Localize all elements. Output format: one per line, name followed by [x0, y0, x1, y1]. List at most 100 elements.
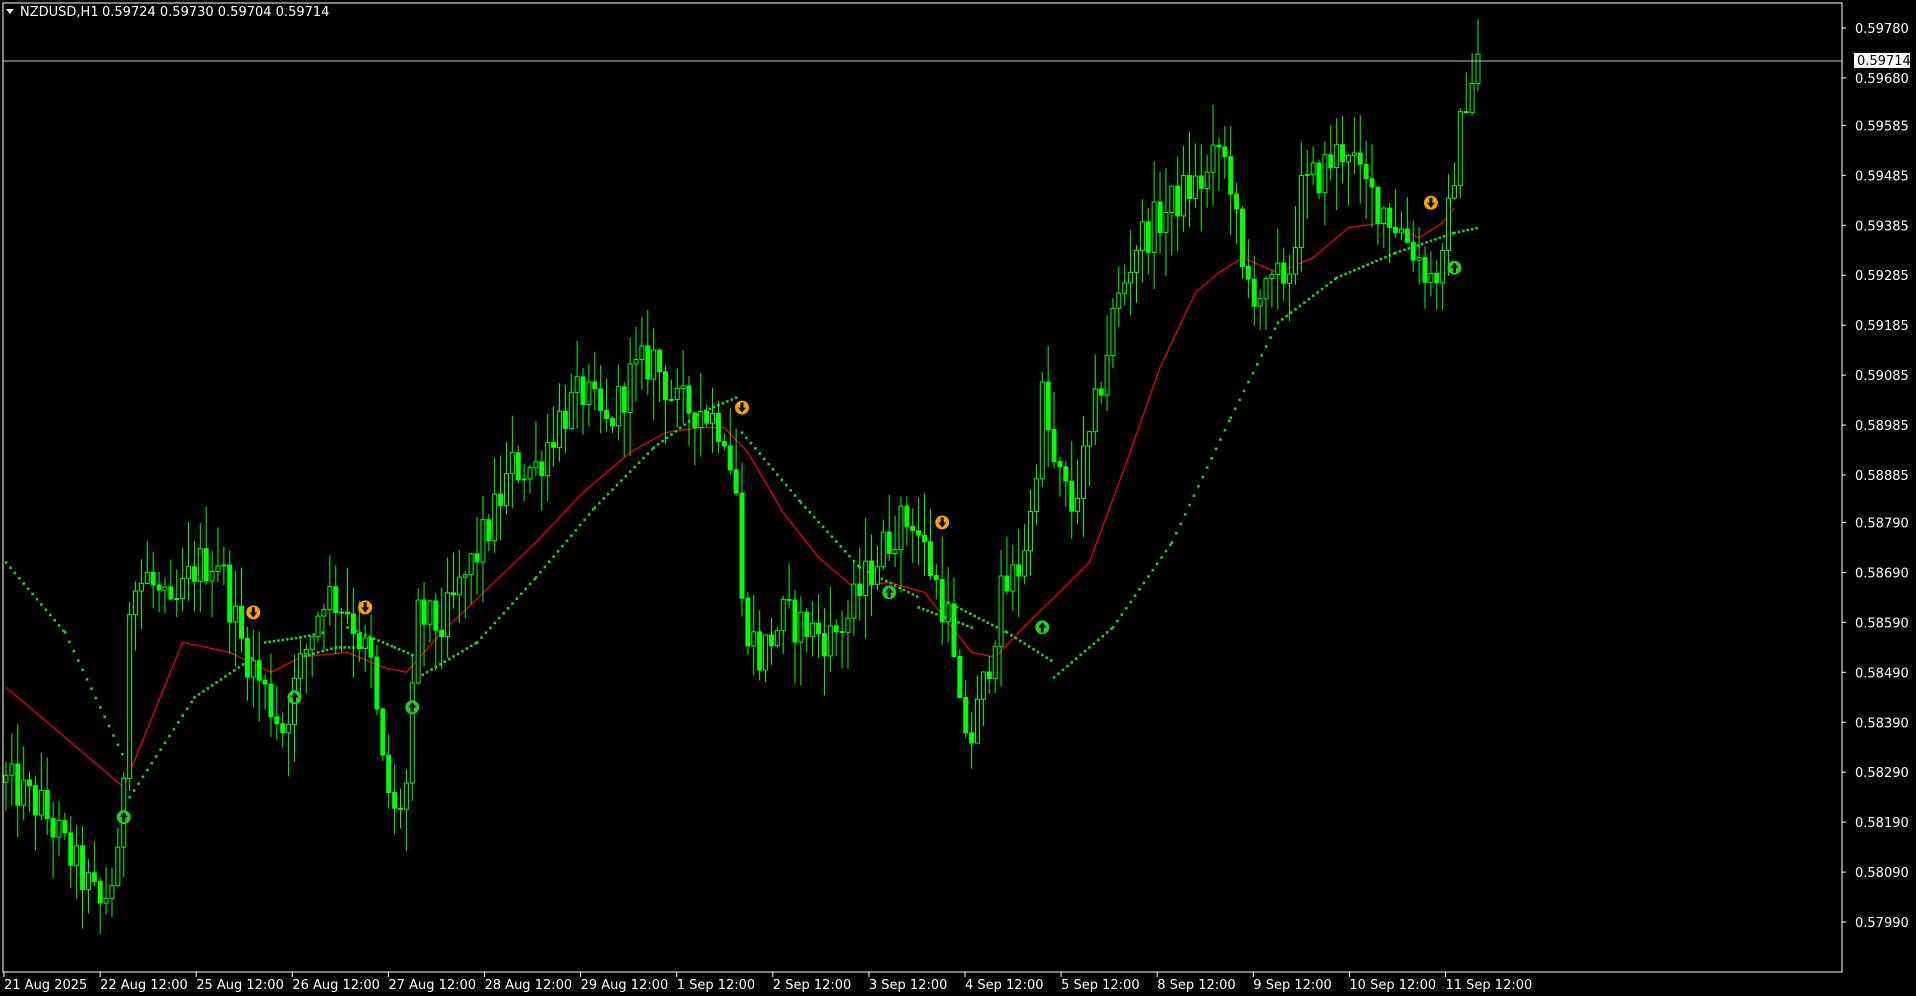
candle-body — [91, 872, 97, 882]
trailing-dot — [1133, 594, 1137, 597]
trailing-dot — [749, 441, 753, 445]
buy-signal-icon — [1035, 620, 1050, 635]
candle-body — [109, 885, 115, 899]
price-chart[interactable]: 0.59780 0.59680 0.59585 0.59485 0.59385 0.592… — [0, 0, 1916, 996]
trailing-dot — [880, 577, 884, 581]
chart-background — [0, 0, 1916, 996]
candle-body — [621, 386, 627, 413]
chart-header: NZDUSD,H1 0.59724 0.59730 0.59704 0.5971… — [6, 5, 329, 20]
candle-body — [568, 392, 574, 430]
trailing-dot — [991, 623, 994, 627]
x-tick-label: 5 Sep 12:00 — [1061, 978, 1140, 993]
trailing-dot — [835, 540, 838, 543]
candle-body — [421, 599, 427, 625]
candle-body — [1110, 307, 1116, 357]
trailing-dot — [1366, 263, 1369, 267]
trailing-dot — [146, 768, 149, 772]
trailing-dot — [1453, 231, 1456, 235]
trailing-dot — [826, 530, 829, 534]
trailing-dot — [830, 535, 834, 538]
trailing-dot — [674, 429, 678, 433]
candle-body — [1393, 226, 1399, 234]
trailing-dot — [771, 468, 775, 471]
candle-body — [262, 679, 268, 685]
candle-body — [480, 519, 486, 563]
trailing-dot — [316, 651, 320, 654]
trailing-dot — [502, 611, 505, 615]
candle-body — [1075, 497, 1081, 512]
trailing-dot — [150, 761, 154, 765]
trailing-dot — [1475, 226, 1478, 230]
trailing-dot — [524, 587, 528, 591]
trailing-dot — [1285, 314, 1289, 318]
candle-body — [645, 345, 651, 380]
trailing-dot — [611, 488, 614, 491]
candle-body — [68, 832, 74, 866]
candle-body — [780, 598, 786, 632]
y-tick-label: 0.59285 — [1855, 269, 1909, 284]
trailing-dot — [539, 570, 542, 574]
candle-body — [168, 586, 174, 600]
candle-body — [333, 586, 339, 614]
candle-body — [38, 789, 44, 816]
candle-body — [816, 622, 822, 635]
trailing-dot — [452, 655, 455, 658]
trailing-dot — [615, 483, 619, 487]
candle-body — [733, 469, 739, 494]
candle-body — [56, 819, 62, 838]
trailing-dot — [1294, 307, 1297, 311]
trailing-dot — [1116, 619, 1119, 623]
candle-body — [721, 440, 727, 447]
trailing-dot — [390, 644, 394, 648]
trailing-dot — [776, 473, 779, 476]
trailing-dot — [506, 607, 510, 610]
x-tick-label: 22 Aug 12:00 — [100, 978, 188, 993]
trailing-dot — [1228, 419, 1231, 423]
candle-body — [1204, 171, 1210, 190]
y-tick-label: 0.59680 — [1855, 72, 1909, 87]
trailing-dot — [683, 423, 686, 426]
candle-body — [574, 376, 580, 394]
candle-body — [1133, 249, 1139, 273]
trailing-dot — [1281, 318, 1284, 321]
candle-body — [556, 410, 562, 448]
trailing-dot — [224, 675, 227, 678]
trailing-dot — [343, 646, 346, 649]
trailing-dot — [484, 631, 488, 635]
trailing-dot — [1470, 227, 1474, 231]
buy-signal-icon — [116, 810, 131, 825]
candle-body — [1428, 272, 1434, 283]
trailing-dot — [620, 479, 623, 482]
candle-body — [27, 779, 33, 787]
candle-body — [851, 583, 857, 619]
trailing-dot — [202, 690, 205, 693]
candle-body — [916, 530, 922, 536]
trailing-dot — [1147, 575, 1150, 578]
trailing-dot — [177, 721, 180, 724]
candle-body — [727, 445, 733, 471]
trailing-dot — [132, 789, 136, 792]
x-tick-label: 3 Sep 12:00 — [869, 978, 948, 993]
candle-body — [886, 531, 892, 555]
trailing-dot — [528, 582, 532, 586]
trailing-dot — [210, 684, 214, 687]
trailing-dot — [1329, 281, 1333, 284]
trailing-dot — [1070, 661, 1074, 664]
candle-body — [545, 442, 551, 477]
candle-body — [268, 683, 274, 718]
candle-body — [203, 548, 209, 582]
trailing-dot — [1170, 541, 1174, 544]
current-price-label: 0.59714 — [1857, 54, 1911, 69]
candle-body — [227, 564, 233, 623]
trailing-dot — [1438, 236, 1442, 240]
candle-body — [498, 493, 504, 506]
trailing-dot — [848, 554, 851, 558]
candle-body — [1169, 185, 1175, 213]
sell-signal-icon — [358, 600, 373, 615]
trailing-dot — [63, 631, 67, 634]
trailing-dot — [128, 795, 132, 799]
trailing-dot — [661, 439, 664, 443]
trailing-dot — [299, 636, 302, 639]
candle-body — [250, 660, 256, 678]
trailing-dot — [758, 452, 762, 455]
